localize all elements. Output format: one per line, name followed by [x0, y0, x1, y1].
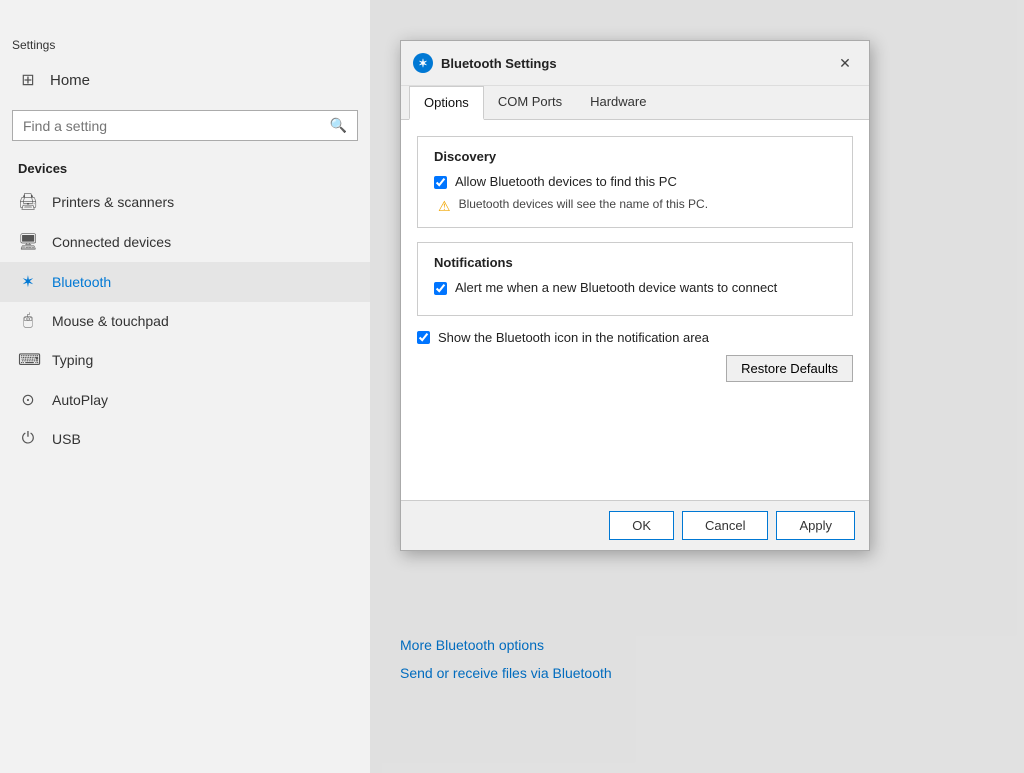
sidebar-item-typing[interactable]: ⌨ Typing [0, 340, 370, 380]
show-icon-checkbox[interactable] [417, 331, 430, 344]
autoplay-icon: ⊙ [18, 390, 38, 410]
search-box: 🔍 [12, 110, 358, 141]
sidebar-item-connected[interactable]: 🖥 Connected devices [0, 222, 370, 262]
restore-defaults-area: Restore Defaults [417, 345, 853, 388]
show-icon-row: Show the Bluetooth icon in the notificat… [417, 330, 853, 345]
sidebar-item-home[interactable]: ⊞ Home [0, 60, 370, 100]
dialog-bluetooth-icon: ✶ [413, 53, 433, 73]
printers-icon: 🖨 [18, 192, 38, 212]
search-button[interactable]: 🔍 [330, 117, 347, 134]
connected-label: Connected devices [52, 234, 171, 250]
dialog-footer: OK Cancel Apply [401, 500, 869, 550]
alert-checkbox-label: Alert me when a new Bluetooth device wan… [455, 280, 777, 295]
usb-label: USB [52, 431, 81, 447]
dialog-close-button[interactable]: ✕ [833, 51, 857, 75]
dialog-title: Bluetooth Settings [441, 56, 833, 71]
sidebar-item-usb[interactable]: ⏻ USB [0, 420, 370, 458]
devices-section-title: Devices [0, 151, 370, 182]
alert-checkbox-row: Alert me when a new Bluetooth device wan… [434, 280, 836, 295]
notifications-section: Notifications Alert me when a new Blueto… [417, 242, 853, 316]
home-icon: ⊞ [18, 70, 38, 90]
dialog-body: Discovery Allow Bluetooth devices to fin… [401, 120, 869, 500]
allow-bluetooth-label: Allow Bluetooth devices to find this PC [455, 174, 677, 189]
show-icon-label: Show the Bluetooth icon in the notificat… [438, 330, 709, 345]
sidebar-item-autoplay[interactable]: ⊙ AutoPlay [0, 380, 370, 420]
sidebar: Settings ⊞ Home 🔍 Devices 🖨 Printers & s… [0, 0, 370, 773]
usb-icon: ⏻ [18, 430, 38, 448]
allow-bluetooth-checkbox[interactable] [434, 176, 447, 189]
cancel-button[interactable]: Cancel [682, 511, 768, 540]
tab-options[interactable]: Options [409, 86, 484, 120]
typing-icon: ⌨ [18, 350, 38, 370]
sidebar-item-bluetooth[interactable]: ✶ Bluetooth [0, 262, 370, 302]
typing-label: Typing [52, 352, 93, 368]
home-label: Home [50, 72, 90, 89]
tab-com-ports[interactable]: COM Ports [484, 86, 576, 120]
alert-checkbox[interactable] [434, 282, 447, 295]
notifications-title: Notifications [434, 255, 836, 270]
dialog-tabs: Options COM Ports Hardware [401, 86, 869, 120]
warning-row: ⚠ Bluetooth devices will see the name of… [434, 197, 836, 215]
mouse-label: Mouse & touchpad [52, 313, 169, 329]
sidebar-item-printers[interactable]: 🖨 Printers & scanners [0, 182, 370, 222]
sidebar-item-mouse[interactable]: 🖱 Mouse & touchpad [0, 302, 370, 340]
discovery-title: Discovery [434, 149, 836, 164]
main-content: More Bluetooth options Send or receive f… [370, 0, 1024, 773]
discovery-section: Discovery Allow Bluetooth devices to fin… [417, 136, 853, 228]
warning-icon: ⚠ [438, 198, 451, 215]
allow-bluetooth-row: Allow Bluetooth devices to find this PC [434, 174, 836, 189]
apply-button[interactable]: Apply [776, 511, 855, 540]
dialog-titlebar: ✶ Bluetooth Settings ✕ [401, 41, 869, 86]
autoplay-label: AutoPlay [52, 392, 108, 408]
app-title: Settings [0, 30, 370, 60]
printers-label: Printers & scanners [52, 194, 174, 210]
mouse-icon: 🖱 [18, 312, 38, 330]
restore-defaults-button[interactable]: Restore Defaults [726, 355, 853, 382]
tab-hardware[interactable]: Hardware [576, 86, 660, 120]
bluetooth-icon: ✶ [18, 272, 38, 292]
ok-button[interactable]: OK [609, 511, 674, 540]
search-input[interactable] [23, 118, 330, 134]
bluetooth-label: Bluetooth [52, 274, 111, 290]
bluetooth-settings-dialog: ✶ Bluetooth Settings ✕ Options COM Ports… [400, 40, 870, 551]
connected-icon: 🖥 [18, 232, 38, 252]
warning-text: Bluetooth devices will see the name of t… [459, 197, 708, 211]
